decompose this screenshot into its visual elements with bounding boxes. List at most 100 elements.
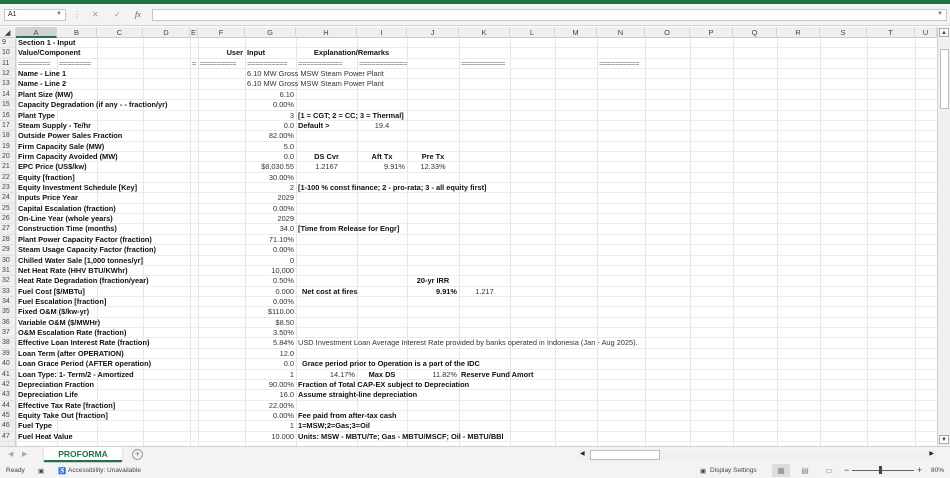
cell-a38[interactable]: Effective Loan Interest Rate (fraction) bbox=[18, 338, 149, 348]
row-header-31[interactable]: 31 bbox=[0, 265, 16, 277]
column-header-b[interactable]: B bbox=[57, 27, 97, 38]
cell-a18[interactable]: Outside Power Sales Fraction bbox=[18, 131, 122, 141]
cell-g21[interactable]: $8,030.55 bbox=[261, 162, 294, 172]
cell-a21[interactable]: EPC Price (US$/kw) bbox=[18, 162, 87, 172]
cell-g38[interactable]: 5.84% bbox=[273, 338, 294, 348]
cell-g46[interactable]: 1 bbox=[290, 421, 294, 431]
zoom-level[interactable]: 80% bbox=[931, 467, 944, 474]
cell-f11[interactable]: ========= bbox=[200, 59, 236, 69]
row-header-43[interactable]: 43 bbox=[0, 390, 16, 401]
chevron-down-icon[interactable]: ▼ bbox=[56, 11, 62, 17]
row-header-12[interactable]: 12 bbox=[0, 69, 16, 80]
cell-a47[interactable]: Fuel Heat Value bbox=[18, 432, 73, 442]
cell-j20[interactable]: Pre Tx bbox=[422, 152, 445, 162]
cell-a35[interactable]: Fixed O&M ($/kw-yr) bbox=[18, 307, 89, 317]
cell-g22[interactable]: 30.00% bbox=[269, 173, 294, 183]
column-header-e[interactable]: E bbox=[190, 27, 198, 38]
column-header-l[interactable]: L bbox=[510, 27, 555, 38]
column-header-h[interactable]: H bbox=[296, 27, 357, 38]
cell-g40[interactable]: 0.0 bbox=[284, 359, 294, 369]
cell-g20[interactable]: 0.0 bbox=[284, 152, 294, 162]
page-break-preview-icon[interactable]: ▭ bbox=[820, 464, 838, 477]
cell-g34[interactable]: 0.00% bbox=[273, 297, 294, 307]
cell-g18[interactable]: 82.00% bbox=[269, 131, 294, 141]
cell-g43[interactable]: 16.0 bbox=[280, 390, 294, 400]
cell-a32[interactable]: Heat Rate Degradation (fraction/year) bbox=[18, 276, 149, 286]
cell-h46[interactable]: 1=MSW;2=Gas;3=Oil bbox=[298, 421, 370, 431]
row-header-36[interactable]: 36 bbox=[0, 317, 16, 329]
cell-a9[interactable]: Section 1 - Input bbox=[18, 38, 75, 48]
row-header-38[interactable]: 38 bbox=[0, 338, 16, 349]
scroll-down-icon[interactable]: ▼ bbox=[939, 435, 949, 444]
row-header-15[interactable]: 15 bbox=[0, 100, 16, 111]
cell-h10[interactable]: Explanation/Remarks bbox=[314, 48, 389, 58]
horizontal-scrollbar[interactable]: ◀ ▶ bbox=[578, 450, 936, 460]
cell-g47[interactable]: 10.000 bbox=[271, 432, 294, 442]
cell-a24[interactable]: Inputs Price Year bbox=[18, 193, 78, 203]
cell-a11[interactable]: ======== bbox=[18, 59, 50, 69]
row-header-28[interactable]: 28 bbox=[0, 234, 16, 246]
cell-g13[interactable]: 6.10 MW Gross MSW Steam Power Plant bbox=[247, 79, 384, 89]
cancel-icon[interactable]: ✕ bbox=[92, 10, 99, 19]
cell-n11[interactable]: ========== bbox=[599, 59, 639, 69]
next-sheet-icon[interactable]: ▶ bbox=[22, 450, 27, 458]
expand-formula-icon[interactable]: ▼ bbox=[937, 11, 943, 17]
cell-i11[interactable]: ============ bbox=[359, 59, 408, 69]
formula-input[interactable]: ▼ bbox=[152, 9, 947, 21]
cell-h11[interactable]: =========== bbox=[298, 59, 342, 69]
cell-e11[interactable]: = bbox=[192, 59, 196, 69]
column-header-s[interactable]: S bbox=[820, 27, 867, 38]
cell-h20[interactable]: DS Cvr bbox=[314, 152, 339, 162]
cell-i41[interactable]: Max DS bbox=[369, 370, 396, 380]
cell-h21[interactable]: 1.2167 bbox=[315, 162, 338, 172]
cell-j41[interactable]: 11.82% bbox=[432, 370, 457, 380]
cell-g10[interactable]: Input bbox=[247, 48, 265, 58]
cell-a29[interactable]: Steam Usage Capacity Factor (fraction) bbox=[18, 245, 156, 255]
accessibility-status[interactable]: Accessibility: Unavailable bbox=[68, 467, 141, 474]
column-header-q[interactable]: Q bbox=[733, 27, 777, 38]
row-header-14[interactable]: 14 bbox=[0, 89, 16, 101]
cell-a20[interactable]: Firm Capacity Avoided (MW) bbox=[18, 152, 118, 162]
row-header-10[interactable]: 10 bbox=[0, 48, 16, 59]
cell-g36[interactable]: $8.50 bbox=[276, 318, 295, 328]
insert-function-icon[interactable]: fx bbox=[135, 10, 141, 19]
zoom-out-button[interactable]: − bbox=[844, 465, 849, 475]
cell-g28[interactable]: 71.10% bbox=[269, 235, 294, 245]
cell-a31[interactable]: Net Heat Rate (HHV BTU/KWhr) bbox=[18, 266, 128, 276]
row-header-41[interactable]: 41 bbox=[0, 369, 16, 380]
cell-g42[interactable]: 90.00% bbox=[269, 380, 294, 390]
cell-a41[interactable]: Loan Type: 1- Term/2 - Amortized bbox=[18, 370, 134, 380]
row-header-11[interactable]: 11 bbox=[0, 58, 16, 70]
cell-a40[interactable]: Loan Grace Period (AFTER operation) bbox=[18, 359, 151, 369]
cell-g16[interactable]: 3 bbox=[290, 111, 294, 121]
row-header-16[interactable]: 16 bbox=[0, 110, 16, 121]
cell-h23[interactable]: [1-100 % const finance; 2 - pro-rata; 3 … bbox=[298, 183, 487, 193]
row-header-34[interactable]: 34 bbox=[0, 297, 16, 308]
cell-f10[interactable]: User bbox=[227, 48, 243, 58]
cell-a30[interactable]: Chilled Water Sale [1,000 tonnes/yr] bbox=[18, 256, 143, 266]
cell-g15[interactable]: 0.00% bbox=[273, 100, 294, 110]
cell-h33[interactable]: Net cost at fires bbox=[302, 287, 357, 297]
column-header-t[interactable]: T bbox=[867, 27, 915, 38]
cell-a12[interactable]: Name - Line 1 bbox=[18, 69, 66, 79]
cell-g11[interactable]: ========== bbox=[247, 59, 287, 69]
cell-k33[interactable]: 1.217 bbox=[475, 287, 494, 297]
column-header-a[interactable]: A bbox=[16, 27, 57, 38]
cell-a23[interactable]: Equity Investment Schedule [Key] bbox=[18, 183, 137, 193]
cell-g41[interactable]: 1 bbox=[290, 370, 294, 380]
cell-a44[interactable]: Effective Tax Rate [fraction] bbox=[18, 401, 115, 411]
cell-g44[interactable]: 22.00% bbox=[269, 401, 294, 411]
cell-h43[interactable]: Assume straight-line depreciation bbox=[298, 390, 417, 400]
cell-g25[interactable]: 0.00% bbox=[273, 204, 294, 214]
scroll-right-icon[interactable]: ▶ bbox=[929, 450, 934, 457]
row-header-32[interactable]: 32 bbox=[0, 276, 16, 287]
cell-i17[interactable]: 19.4 bbox=[375, 121, 389, 131]
cell-h47[interactable]: Units: MSW - MBTU/Te; Gas - MBTU/MSCF; O… bbox=[298, 432, 504, 442]
cell-a17[interactable]: Steam Supply - Te/hr bbox=[18, 121, 91, 131]
row-header-39[interactable]: 39 bbox=[0, 348, 16, 360]
vertical-scroll-thumb[interactable] bbox=[940, 49, 949, 109]
cell-j33[interactable]: 9.91% bbox=[436, 287, 457, 297]
cell-a22[interactable]: Equity [fraction] bbox=[18, 173, 75, 183]
cell-i21[interactable]: 9.91% bbox=[384, 162, 405, 172]
cell-h45[interactable]: Fee paid from after-tax cash bbox=[298, 411, 397, 421]
